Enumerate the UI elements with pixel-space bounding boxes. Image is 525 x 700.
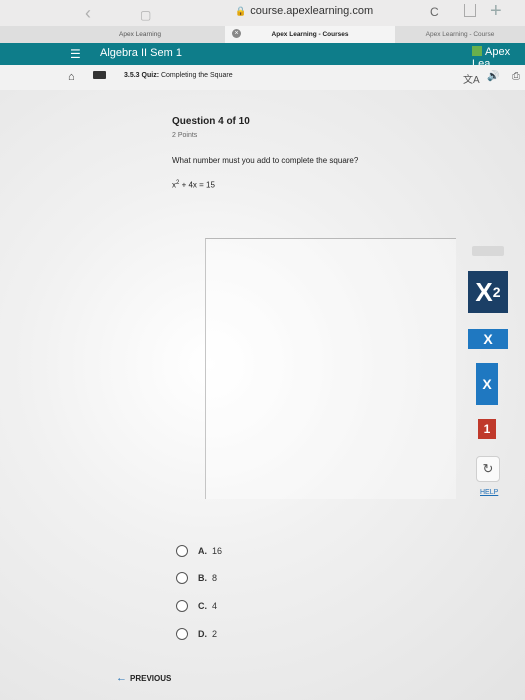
activity-name: Completing the Square xyxy=(160,72,233,79)
choice-c[interactable]: C. 4 xyxy=(176,599,217,613)
reload-icon[interactable]: C xyxy=(430,5,439,19)
tab-apex-courses[interactable]: Apex Learning - Courses xyxy=(225,26,395,43)
choice-letter: D. xyxy=(198,629,207,639)
bookmarks-icon[interactable]: ▢ xyxy=(140,6,151,24)
previous-label: PREVIOUS xyxy=(130,674,172,683)
breadcrumb: ⌂ 3.5.3 Quiz: Completing the Square 文A 🔊… xyxy=(0,65,525,91)
choice-value: 2 xyxy=(212,629,218,639)
browser-toolbar: ‹ ▢ 🔒 course.apexlearning.com C + xyxy=(0,0,525,26)
question-prompt: What number must you add to complete the… xyxy=(172,156,359,165)
x-button[interactable]: X xyxy=(468,329,508,349)
back-icon[interactable]: ‹ xyxy=(85,4,91,22)
share-icon[interactable] xyxy=(464,4,476,17)
help-link[interactable]: HELP xyxy=(480,489,498,496)
arrow-left-icon: ← xyxy=(116,672,127,684)
choice-value: 4 xyxy=(212,601,218,611)
course-title: Algebra II Sem 1 xyxy=(100,47,182,59)
translate-icon[interactable]: 文A xyxy=(463,71,480,86)
tab-apex-learning[interactable]: Apex Learning xyxy=(55,26,225,43)
lock-icon: 🔒 xyxy=(235,6,247,16)
apex-logo-icon xyxy=(472,46,482,56)
x-tile-button[interactable]: X xyxy=(476,363,498,405)
choice-value: 8 xyxy=(212,573,218,583)
audio-icon[interactable]: 🔊 xyxy=(487,71,499,82)
equation-rest: + 4x = 15 xyxy=(179,180,215,190)
choice-letter: C. xyxy=(198,601,207,611)
choice-b[interactable]: B. 8 xyxy=(176,571,217,585)
exponent-base: X xyxy=(475,276,493,307)
activity-icon xyxy=(93,71,106,79)
exponent-sup: 2 xyxy=(492,284,501,300)
reset-icon[interactable]: ↻ xyxy=(476,456,500,482)
activity-title: 3.5.3 Quiz: Completing the Square xyxy=(124,72,233,79)
answer-workspace[interactable] xyxy=(205,238,456,499)
question-equation: x2 + 4x = 15 xyxy=(172,180,215,190)
menu-icon[interactable]: ☰ xyxy=(70,47,81,61)
url-text: course.apexlearning.com xyxy=(250,5,374,17)
tab-strip: Apex Learning Apex Learning - Courses Ap… xyxy=(0,26,525,44)
radio-a[interactable] xyxy=(176,545,188,557)
question-header: Question 4 of 10 xyxy=(172,116,250,127)
close-tab-icon[interactable]: × xyxy=(232,29,241,38)
radio-c[interactable] xyxy=(176,600,188,612)
activity-type: Quiz: xyxy=(141,72,160,79)
new-tab-icon[interactable]: + xyxy=(490,0,502,23)
choice-a[interactable]: A. 16 xyxy=(176,544,222,558)
one-tile-button[interactable]: 1 xyxy=(478,419,496,439)
choice-letter: B. xyxy=(198,573,207,583)
exponent-button[interactable]: X2 xyxy=(468,271,508,313)
activity-number: 3.5.3 xyxy=(124,72,140,79)
palette-handle[interactable] xyxy=(472,246,504,256)
choice-d[interactable]: D. 2 xyxy=(176,627,217,641)
previous-button[interactable]: ← PREVIOUS xyxy=(116,672,171,684)
choice-value: 16 xyxy=(212,546,223,556)
home-icon[interactable]: ⌂ xyxy=(68,71,75,83)
radio-b[interactable] xyxy=(176,572,188,584)
choice-letter: A. xyxy=(198,546,207,556)
question-points: 2 Points xyxy=(172,132,198,139)
app-header: ☰ Algebra II Sem 1 Apex Lea xyxy=(0,43,525,70)
radio-d[interactable] xyxy=(176,628,188,640)
print-icon[interactable]: ⎙ xyxy=(512,71,520,82)
address-bar[interactable]: 🔒 course.apexlearning.com xyxy=(235,5,373,17)
tab-apex-course[interactable]: Apex Learning - Course xyxy=(395,26,525,43)
